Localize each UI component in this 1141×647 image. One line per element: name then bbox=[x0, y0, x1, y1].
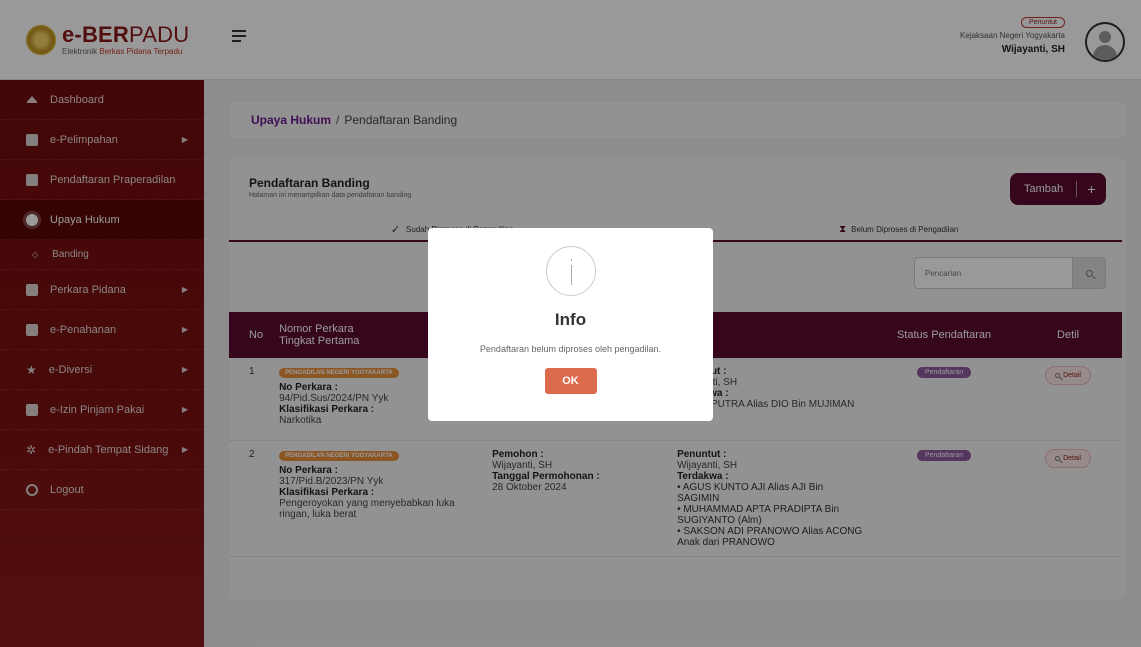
info-modal: Info Pendaftaran belum diproses oleh pen… bbox=[428, 228, 713, 421]
ok-button[interactable]: OK bbox=[544, 368, 597, 394]
modal-title: Info bbox=[554, 310, 587, 329]
modal-message: Pendaftaran belum diproses oleh pengadil… bbox=[479, 344, 662, 354]
info-icon bbox=[545, 246, 596, 296]
